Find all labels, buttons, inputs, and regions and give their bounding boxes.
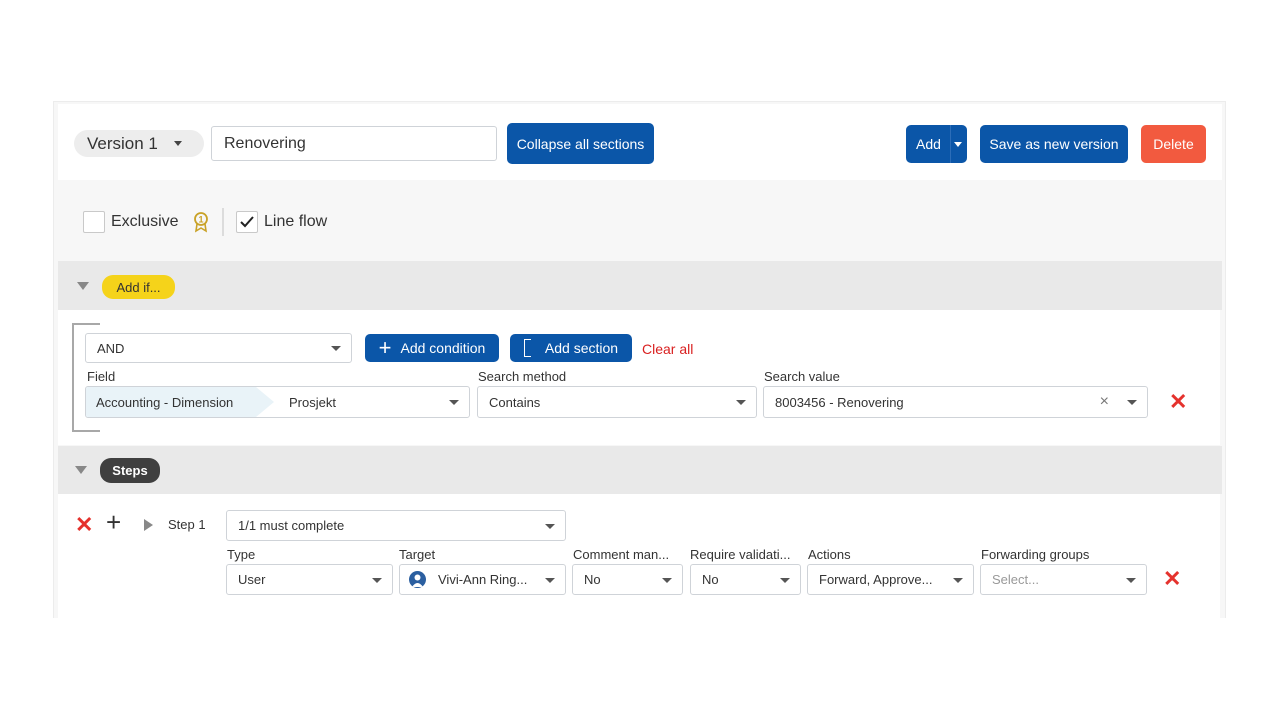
clear-value-icon[interactable]: × — [1100, 393, 1109, 411]
collapse-triangle-icon[interactable] — [75, 466, 87, 474]
user-avatar-icon — [409, 571, 426, 588]
actions-select[interactable]: Forward, Approve... — [807, 564, 974, 595]
chevron-down-icon — [331, 346, 341, 351]
operator-value: AND — [97, 340, 125, 356]
conditions-section-header[interactable] — [58, 261, 1222, 310]
add-button[interactable]: Add — [906, 125, 967, 163]
steps-label: Steps — [112, 463, 148, 478]
search-method-label: Search method — [478, 369, 567, 384]
version-label: Version 1 — [87, 133, 158, 153]
collapse-all-label: Collapse all sections — [516, 135, 645, 152]
save-as-new-version-label: Save as new version — [989, 136, 1119, 152]
add-if-label: Add if... — [116, 279, 161, 295]
add-condition-label: Add condition — [400, 340, 486, 356]
target-label: Target — [399, 547, 436, 562]
add-section-button[interactable]: Add section — [510, 334, 632, 362]
require-validation-value: No — [702, 572, 719, 587]
search-value-value: 8003456 - Renovering — [775, 394, 904, 410]
checkmark-icon — [240, 216, 254, 228]
type-value: User — [238, 572, 266, 587]
exclusive-label: Exclusive — [111, 213, 179, 230]
steps-badge: Steps — [100, 458, 160, 483]
plus-icon: + — [378, 335, 392, 360]
delete-button[interactable]: Delete — [1141, 125, 1206, 163]
bracket-icon — [523, 339, 531, 357]
chevron-down-icon — [449, 400, 459, 405]
target-value: Vivi-Ann Ring... — [438, 572, 528, 587]
chevron-down-icon — [1127, 400, 1137, 405]
add-section-label: Add section — [544, 340, 619, 356]
search-value-select[interactable]: 8003456 - Renovering × — [763, 386, 1148, 418]
chevron-down-icon — [545, 577, 555, 583]
comment-mandatory-label: Comment man... — [573, 547, 670, 562]
rule-name-value: Renovering — [224, 134, 306, 152]
chevron-down-icon[interactable] — [954, 142, 962, 147]
forwarding-groups-placeholder: Select... — [992, 572, 1039, 587]
comment-mandatory-value: No — [584, 572, 601, 587]
remove-condition-icon[interactable]: ✕ — [1169, 391, 1187, 413]
add-condition-button[interactable]: + Add condition — [365, 334, 499, 362]
add-label: Add — [916, 136, 941, 152]
chevron-down-icon — [173, 141, 182, 146]
chevron-down-icon — [953, 577, 963, 583]
require-validation-label: Require validati... — [690, 547, 791, 562]
lineflow-label: Line flow — [264, 213, 328, 230]
collapse-triangle-icon[interactable] — [77, 282, 89, 290]
search-value-label: Search value — [764, 369, 840, 384]
rule-name-input[interactable]: Renovering — [211, 126, 497, 161]
award-icon[interactable]: 1 — [193, 211, 209, 233]
exclusive-checkbox[interactable] — [83, 211, 105, 233]
actions-label: Actions — [808, 547, 851, 562]
field-select[interactable]: Accounting - Dimension Prosjekt — [85, 386, 470, 418]
completion-value: 1/1 must complete — [238, 518, 345, 533]
chevron-down-icon — [736, 400, 746, 405]
remove-step-icon[interactable]: ✕ — [75, 514, 93, 536]
expand-step-icon[interactable] — [144, 519, 153, 531]
type-select[interactable]: User — [226, 564, 393, 595]
field-category-chip: Accounting - Dimension — [86, 387, 274, 417]
chevron-down-icon — [780, 577, 790, 583]
add-if-badge: Add if... — [102, 275, 175, 299]
add-step-icon[interactable]: + — [106, 509, 121, 535]
search-method-select[interactable]: Contains — [477, 386, 757, 418]
search-method-value: Contains — [489, 394, 541, 410]
collapse-all-button[interactable]: Collapse all sections — [507, 123, 654, 164]
chevron-down-icon — [372, 577, 382, 583]
chevron-down-icon — [662, 577, 672, 583]
comment-mandatory-select[interactable]: No — [572, 564, 683, 595]
chevron-down-icon — [1126, 577, 1136, 583]
options-row — [58, 180, 1222, 261]
version-select[interactable]: Version 1 — [74, 130, 204, 157]
clear-all-link[interactable]: Clear all — [642, 341, 693, 357]
save-as-new-version-button[interactable]: Save as new version — [980, 125, 1128, 163]
type-label: Type — [227, 547, 256, 562]
completion-select[interactable]: 1/1 must complete — [226, 510, 566, 541]
field-label: Field — [87, 369, 116, 384]
forwarding-groups-select[interactable]: Select... — [980, 564, 1147, 595]
target-select[interactable]: Vivi-Ann Ring... — [399, 564, 566, 595]
remove-step-row-icon[interactable]: ✕ — [1163, 568, 1181, 590]
steps-section-header[interactable] — [58, 446, 1222, 494]
conditions-body — [58, 310, 1220, 445]
svg-text:1: 1 — [198, 215, 203, 225]
add-divider — [950, 125, 951, 163]
field-category-value: Accounting - Dimension — [96, 394, 234, 410]
step-label: Step 1 — [168, 517, 206, 532]
operator-select[interactable]: AND — [85, 333, 352, 363]
require-validation-select[interactable]: No — [690, 564, 801, 595]
forwarding-groups-label: Forwarding groups — [981, 547, 1090, 562]
chevron-down-icon — [545, 523, 555, 529]
field-value: Prosjekt — [289, 395, 336, 410]
actions-value: Forward, Approve... — [819, 572, 933, 587]
lineflow-checkbox[interactable] — [236, 211, 258, 233]
delete-label: Delete — [1153, 136, 1194, 152]
options-divider — [222, 208, 224, 236]
